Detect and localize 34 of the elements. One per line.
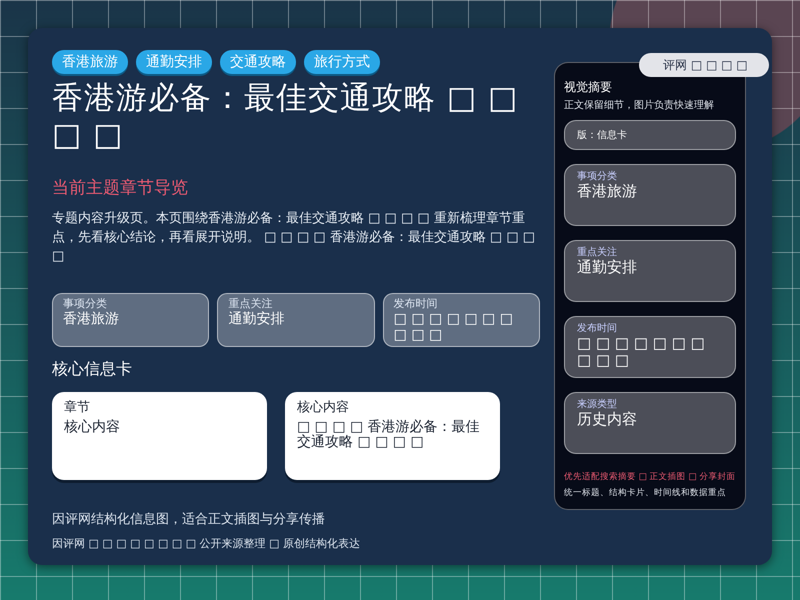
highlight-text: 优先适配搜索摘要 □ 正文插图 □ 分享封面 — [564, 471, 736, 483]
fact-value: □ □ □ □ □ □ □ □ □ □ — [394, 311, 514, 344]
panel-subtitle: 正文保留细节，图片负责快速理解 — [564, 98, 715, 112]
site-badge: 评网 □ □ □ □ — [639, 53, 769, 77]
summary-label: 来源类型 — [577, 398, 618, 411]
footer-meta: 因评网 □ □ □ □ □ □ □ □ 公开来源整理 □ 原创结构化表达 — [52, 536, 361, 551]
panel-note: 统一标题、结构卡片、时间线和数据重点 — [564, 487, 727, 499]
topic-tag[interactable]: 交通攻略 — [220, 50, 296, 74]
core-heading: 核心信息卡 — [52, 359, 133, 380]
fact-label: 发布时间 — [394, 296, 439, 312]
summary-value: □ □ □ □ □ □ □ □ □ □ — [577, 335, 706, 369]
summary-label: 发布时间 — [577, 322, 618, 335]
intro-paragraph: 专题内容升级页。本页围绕香港游必备：最佳交通攻略 □ □ □ □ 重新梳理章节重点，先看核心结论，再看展开说明。 □ □ □ □ 香港游必备：最佳交通攻略 □ □ □ □ — [52, 210, 536, 266]
topic-tag[interactable]: 旅行方式 — [304, 50, 380, 74]
summary-value: 历史内容 — [577, 411, 638, 428]
summary-label: 重点关注 — [577, 246, 618, 259]
fact-label: 事项分类 — [63, 296, 108, 312]
fact-value: 香港旅游 — [63, 311, 120, 328]
strip-text: 版：信息卡 — [577, 128, 628, 143]
info-card-label: 章节 — [64, 399, 91, 416]
summary-value: 香港旅游 — [577, 183, 638, 200]
panel-title: 视觉摘要 — [564, 79, 613, 96]
info-card-value: □ □ □ □ 香港游必备：最佳交通攻略 □ □ □ □ — [297, 420, 481, 450]
section-heading: 当前主题章节导览 — [52, 177, 189, 200]
fact-label: 重点关注 — [228, 296, 274, 311]
topic-tag[interactable]: 通勤安排 — [136, 50, 212, 74]
topic-tag[interactable]: 香港旅游 — [52, 50, 128, 74]
info-card-label: 核心内容 — [297, 399, 350, 416]
summary-value: 通勤安排 — [577, 259, 638, 276]
summary-label: 事项分类 — [577, 170, 618, 183]
fact-value: 通勤安排 — [228, 311, 286, 328]
info-card-value: 核心内容 — [64, 420, 121, 436]
footer-caption: 因评网结构化信息图，适合正文插图与分享传播 — [52, 511, 326, 528]
page-title: 香港游必备：最佳交通攻略 □ □ □ □ — [52, 80, 520, 154]
